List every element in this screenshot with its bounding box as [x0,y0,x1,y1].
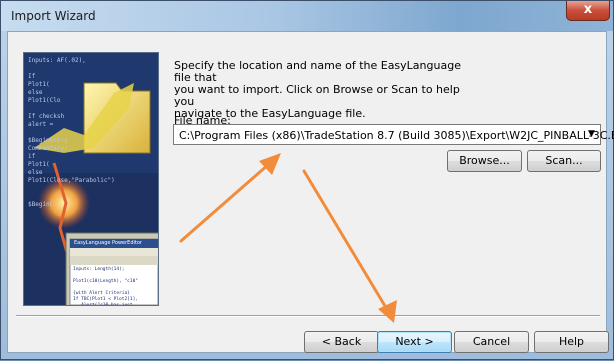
annotation-arrows [179,153,397,323]
import-wizard-window: Import Wizard x Inputs: AF(.02), If Plot… [0,0,614,360]
annotation-arrow-to-filename [179,153,281,243]
annotation-arrow-to-next [302,169,397,323]
